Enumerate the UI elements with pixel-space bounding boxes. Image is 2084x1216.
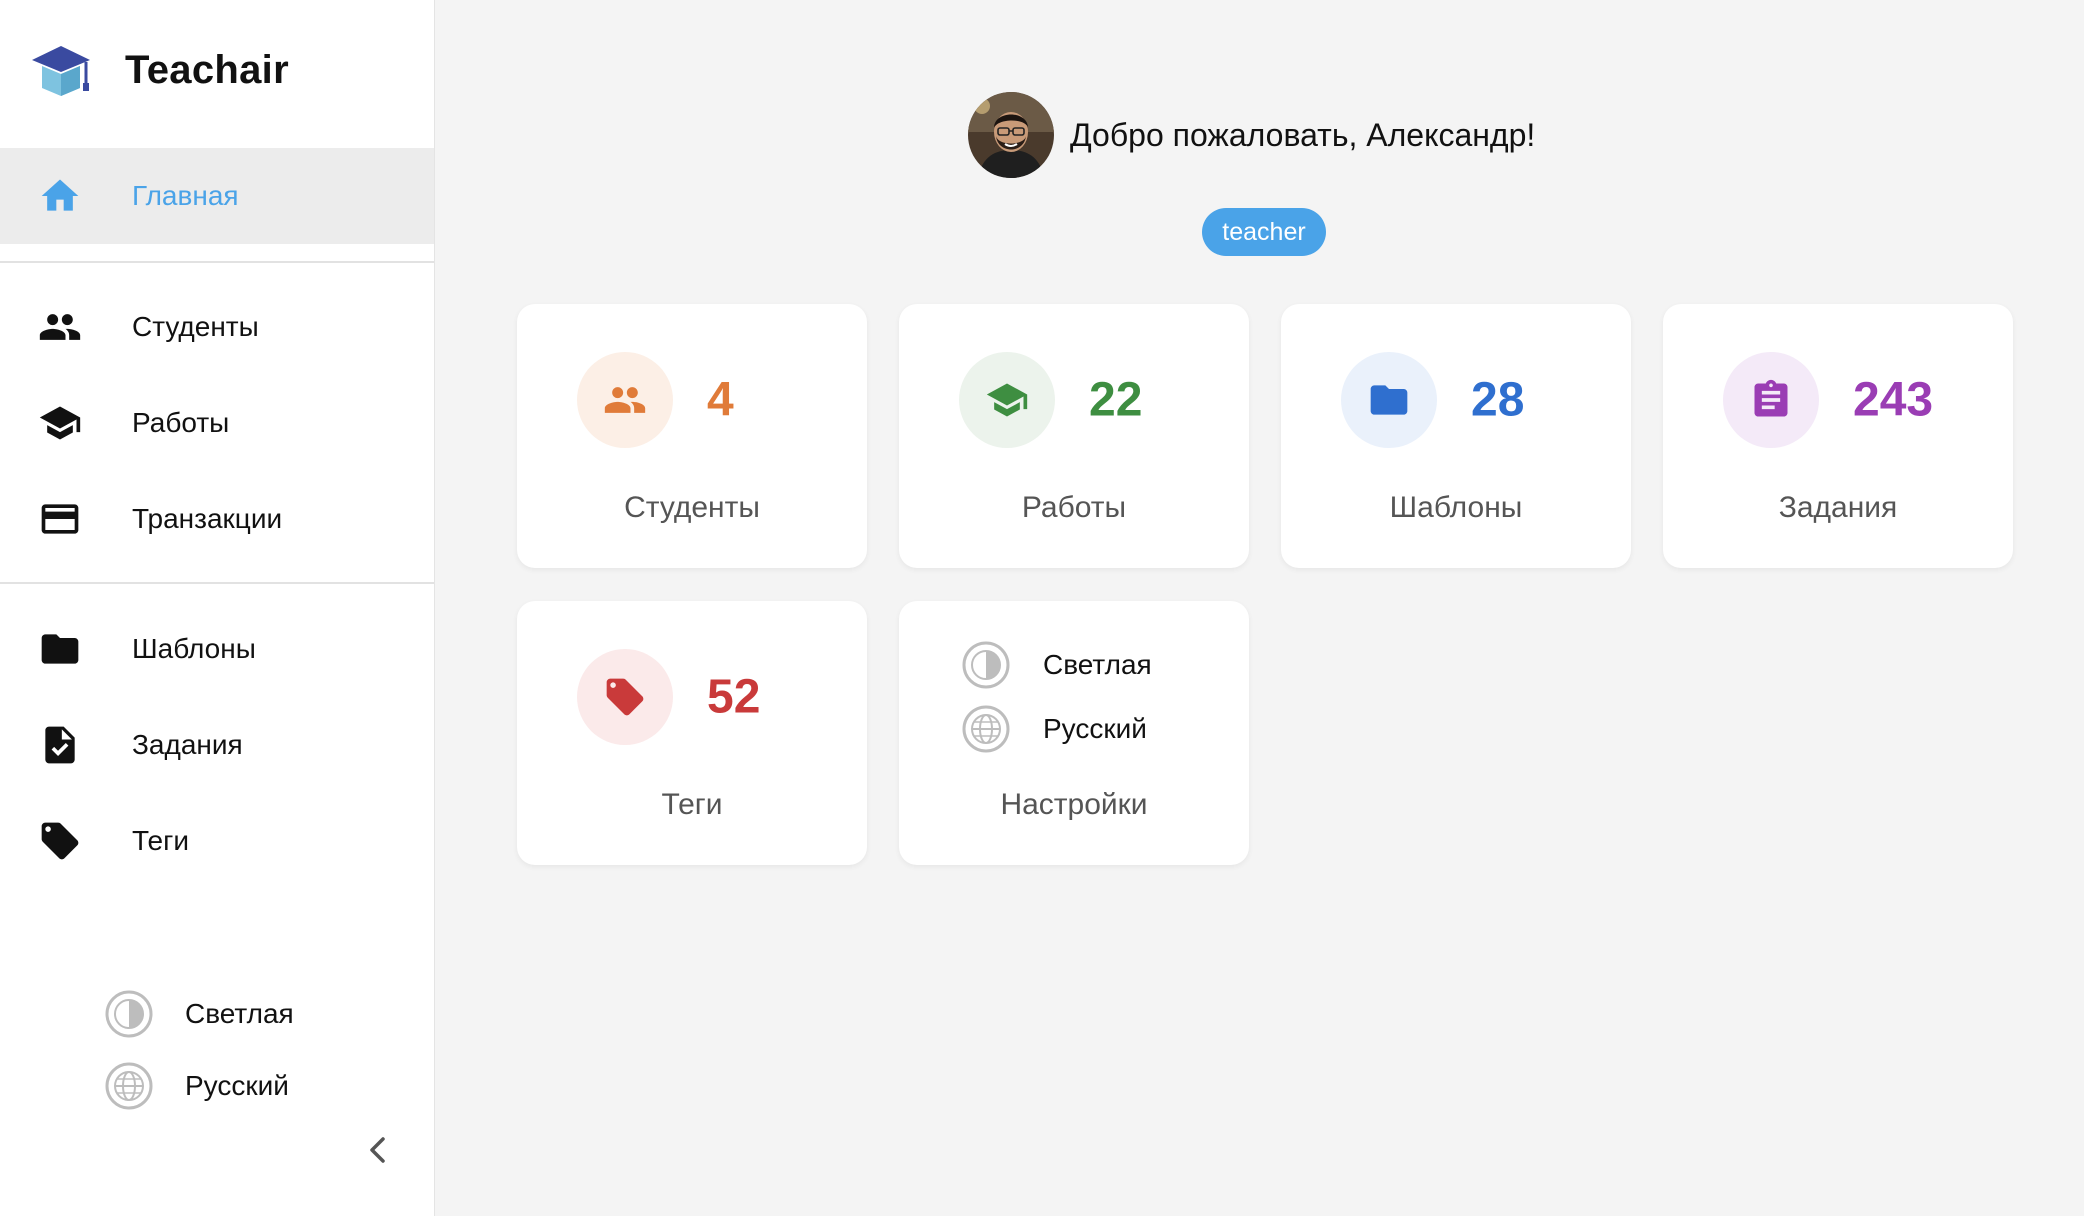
stat-title: Работы — [1021, 491, 1127, 524]
role-badge: teacher — [1202, 208, 1326, 256]
sidebar-item-label: Задания — [132, 729, 243, 760]
app-name: Teachair — [125, 47, 289, 92]
avatar[interactable] — [968, 92, 1054, 178]
theme-toggle[interactable]: Светлая — [104, 988, 294, 1040]
stat-card-tasks[interactable]: 243 Задания — [1663, 304, 2013, 568]
contrast-icon — [962, 641, 1010, 689]
theme-toggle[interactable]: Светлая — [961, 639, 1152, 691]
stat-card-students[interactable]: 4 Студенты — [517, 304, 867, 568]
sidebar-divider — [0, 582, 434, 584]
stat-title: Шаблоны — [1389, 491, 1523, 524]
stat-card-works[interactable]: 22 Работы — [899, 304, 1249, 568]
language-label: Русский — [1043, 713, 1147, 744]
people-icon — [577, 352, 673, 448]
stat-value: 243 — [1853, 373, 1934, 427]
settings-title: Настройки — [1000, 788, 1148, 821]
graduation-cap-icon — [959, 352, 1055, 448]
globe-icon — [962, 705, 1010, 753]
theme-label: Светлая — [185, 998, 294, 1029]
credit-card-icon — [38, 497, 82, 541]
sidebar-item-label: Шаблоны — [132, 633, 256, 664]
tag-icon — [577, 649, 673, 745]
sidebar-item-students[interactable]: Студенты — [0, 279, 434, 375]
settings-card: Светлая Русский Настройки — [899, 601, 1249, 865]
stat-card-templates[interactable]: 28 Шаблоны — [1281, 304, 1631, 568]
stat-value: 22 — [1089, 373, 1143, 427]
stat-value: 52 — [707, 670, 761, 724]
sidebar-item-label: Главная — [132, 180, 239, 211]
app-root: Teachair Главная Студенты Работы Транзак… — [0, 0, 2084, 1216]
sidebar-item-works[interactable]: Работы — [0, 375, 434, 471]
home-icon — [38, 174, 82, 218]
graduation-cap-logo-icon — [32, 46, 90, 96]
sidebar-item-label: Работы — [132, 407, 230, 438]
theme-label: Светлая — [1043, 649, 1152, 680]
sidebar-item-templates[interactable]: Шаблоны — [0, 601, 434, 697]
sidebar: Teachair Главная Студенты Работы Транзак… — [0, 0, 435, 1216]
folder-icon — [38, 627, 82, 671]
welcome-header: Добро пожаловать, Александр! — [968, 92, 1535, 178]
assignment-check-icon — [38, 723, 82, 767]
welcome-text: Добро пожаловать, Александр! — [1070, 116, 1536, 153]
stat-title: Студенты — [624, 491, 760, 524]
contrast-icon — [105, 990, 153, 1038]
sidebar-item-label: Транзакции — [132, 503, 283, 534]
sidebar-item-tasks[interactable]: Задания — [0, 697, 434, 793]
sidebar-item-home[interactable]: Главная — [0, 148, 434, 244]
folder-icon — [1341, 352, 1437, 448]
graduation-cap-icon — [38, 401, 82, 445]
sidebar-divider — [0, 261, 434, 263]
sidebar-item-tags[interactable]: Теги — [0, 793, 434, 889]
globe-icon — [105, 1062, 153, 1110]
clipboard-icon — [1723, 352, 1819, 448]
stat-value: 4 — [707, 373, 734, 427]
language-select[interactable]: Русский — [961, 703, 1147, 755]
tag-icon — [38, 819, 82, 863]
stat-title: Теги — [661, 788, 723, 821]
brand[interactable]: Teachair — [30, 40, 289, 100]
sidebar-item-label: Теги — [132, 825, 189, 856]
stat-card-tags[interactable]: 52 Теги — [517, 601, 867, 865]
language-select[interactable]: Русский — [104, 1060, 289, 1112]
collapse-sidebar-button[interactable] — [358, 1130, 398, 1170]
stat-value: 28 — [1471, 373, 1525, 427]
chevron-left-icon — [370, 1137, 385, 1163]
people-icon — [38, 305, 82, 349]
language-label: Русский — [185, 1070, 289, 1101]
user-avatar-image — [968, 92, 1054, 178]
sidebar-item-label: Студенты — [132, 311, 259, 342]
stat-title: Задания — [1778, 491, 1898, 524]
sidebar-item-transactions[interactable]: Транзакции — [0, 471, 434, 567]
